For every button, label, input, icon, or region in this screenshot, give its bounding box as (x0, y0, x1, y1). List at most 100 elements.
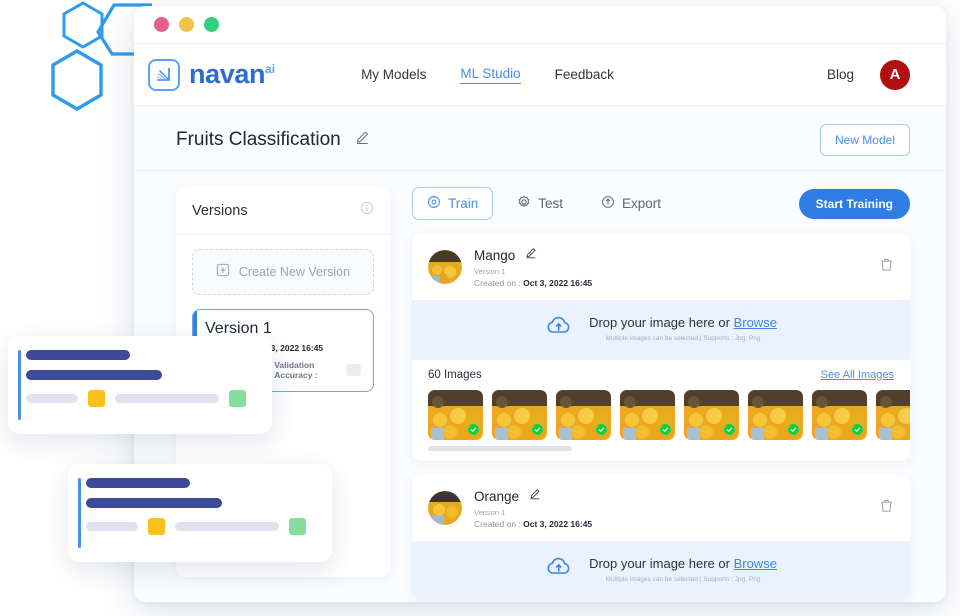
versions-title: Versions (192, 202, 248, 219)
thumbnail-item[interactable] (556, 390, 611, 440)
trash-icon[interactable] (879, 498, 894, 518)
skeleton-bar (86, 478, 190, 488)
info-circle-icon[interactable] (360, 201, 374, 220)
trash-icon[interactable] (879, 257, 894, 277)
thumbnail-scrollbar-track[interactable] (428, 446, 894, 451)
check-circle-icon (468, 424, 479, 435)
skeleton-square-green (229, 390, 246, 407)
nav-link-blog[interactable]: Blog (827, 67, 854, 82)
window-maximize-button[interactable] (204, 17, 219, 32)
dropzone-mango[interactable]: Drop your image here or Browse Multiple … (412, 300, 910, 359)
dropzone-text-before: Drop your image here or (589, 315, 734, 330)
skeleton-bar (26, 370, 162, 380)
skeleton-pill (26, 394, 78, 403)
create-new-version-label: Create New Version (238, 265, 351, 279)
class-version: Version 1 (474, 508, 506, 517)
avatar[interactable]: A (880, 59, 910, 90)
tab-export-label: Export (622, 196, 662, 211)
browse-link[interactable]: Browse (734, 556, 777, 571)
check-circle-icon (724, 424, 735, 435)
class-created-time: 16:45 (570, 278, 593, 288)
window-close-button[interactable] (154, 17, 169, 32)
check-circle-icon (660, 424, 671, 435)
thumbnail-item[interactable] (620, 390, 675, 440)
tab-train[interactable]: Train (412, 187, 494, 220)
upload-circle-icon (601, 195, 615, 212)
skeleton-bar (26, 350, 130, 360)
dropzone-orange[interactable]: Drop your image here or Browse Multiple … (412, 541, 910, 600)
thumbnail-item[interactable] (812, 390, 867, 440)
check-circle-icon (596, 424, 607, 435)
class-avatar-orange (428, 491, 462, 525)
window-titlebar (134, 6, 946, 44)
validation-accuracy-label: Validation Accuracy : (274, 360, 318, 380)
check-circle-icon (532, 424, 543, 435)
dropzone-hint: Multiple images can be selected | Suppor… (605, 335, 761, 342)
skeleton-row (86, 518, 316, 535)
floating-skeleton-card-1 (8, 336, 272, 434)
tab-test[interactable]: Test (503, 188, 577, 219)
dropzone-hint: Multiple images can be selected | Suppor… (605, 576, 761, 583)
class-info: Orange Version 1 Created on: Oct 3, 202… (474, 487, 592, 530)
nav-link-feedback[interactable]: Feedback (555, 67, 614, 82)
check-circle-icon (788, 424, 799, 435)
nav-links: My Models ML Studio Feedback (361, 66, 614, 84)
skeleton-square-yellow (88, 390, 105, 407)
brand-logo[interactable]: navanai (148, 58, 276, 91)
nav-link-ml-studio[interactable]: ML Studio (460, 66, 521, 84)
skeleton-pill (86, 522, 138, 531)
dropzone-text-before: Drop your image here or (589, 556, 734, 571)
validation-accuracy-value-badge (346, 364, 362, 376)
gear-icon (517, 195, 531, 212)
target-icon (427, 195, 441, 212)
thumbnail-item[interactable] (684, 390, 739, 440)
brand-superscript: ai (265, 62, 276, 76)
thumbnail-item[interactable] (876, 390, 910, 440)
thumbnail-item[interactable] (748, 390, 803, 440)
start-training-button[interactable]: Start Training (798, 188, 910, 219)
skeleton-bar (86, 498, 222, 508)
page-header: Fruits Classification New Model (134, 106, 946, 171)
class-name-row: Mango (474, 246, 592, 264)
new-model-button[interactable]: New Model (819, 124, 910, 156)
thumbnail-scrollbar-thumb[interactable] (428, 446, 573, 451)
skeleton-pill (175, 522, 279, 531)
browse-link[interactable]: Browse (734, 315, 777, 330)
floating-skeleton-card-2 (68, 464, 332, 562)
skeleton-square-yellow (148, 518, 165, 535)
nav-link-my-models[interactable]: My Models (361, 67, 426, 82)
thumbnail-item[interactable] (428, 390, 483, 440)
images-count: 60 Images (428, 369, 482, 381)
tab-export[interactable]: Export (587, 188, 675, 219)
pencil-icon[interactable] (529, 487, 541, 505)
class-header: Orange Version 1 Created on: Oct 3, 202… (412, 475, 910, 541)
class-created: Created on : Oct 3, 2022 16:45 (474, 278, 592, 288)
window-minimize-button[interactable] (179, 17, 194, 32)
thumbnail-item[interactable] (492, 390, 547, 440)
create-new-version-button[interactable]: Create New Version (192, 249, 374, 295)
check-circle-icon (852, 424, 863, 435)
thumbnail-strip[interactable] (412, 390, 910, 446)
class-name: Mango (474, 247, 516, 263)
versions-header: Versions (176, 187, 390, 235)
see-all-images-link[interactable]: See All Images (821, 369, 894, 381)
class-version: Version 1 (474, 267, 506, 276)
tab-test-label: Test (538, 196, 564, 211)
pencil-icon[interactable] (355, 130, 370, 150)
main-column: Train Test Export Start Training Mango V… (412, 187, 910, 602)
class-info: Mango Version 1 Created on: Oct 3, 2022… (474, 246, 592, 289)
class-created: Created on : Oct 3, 2022 16:45 (474, 519, 592, 529)
pencil-icon[interactable] (525, 246, 537, 264)
cloud-upload-icon (545, 555, 573, 584)
cloud-upload-icon (545, 314, 573, 343)
page-title: Fruits Classification (176, 129, 341, 150)
top-navbar: navanai My Models ML Studio Feedback Blo… (134, 44, 946, 106)
dropzone-text-block: Drop your image here or Browse Multiple … (589, 556, 777, 583)
navan-signal-logo-icon (148, 58, 180, 91)
tab-train-label: Train (448, 196, 479, 211)
class-card-mango: Mango Version 1 Created on: Oct 3, 2022… (412, 234, 910, 461)
workflow-tabs: Train Test Export Start Training (412, 187, 910, 220)
dropzone-text: Drop your image here or Browse (589, 315, 777, 330)
class-created-date: Oct 3, 2022 (523, 278, 569, 288)
nav-right-group: Blog A (827, 59, 910, 90)
